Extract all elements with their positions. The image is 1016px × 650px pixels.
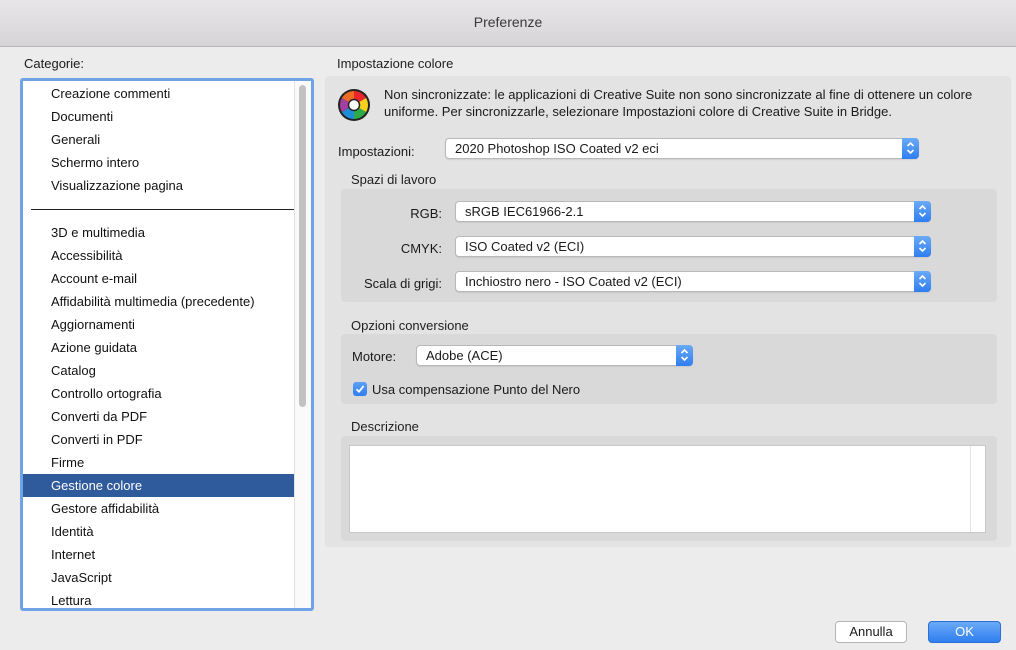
category-item[interactable]: Converti da PDF <box>23 405 296 428</box>
categories-label: Categorie: <box>24 56 84 71</box>
category-item[interactable]: JavaScript <box>23 566 296 589</box>
category-item[interactable]: Affidabilità multimedia (precedente) <box>23 290 296 313</box>
engine-select[interactable]: Adobe (ACE) <box>416 345 693 366</box>
select-arrow-icon <box>676 345 693 366</box>
description-title: Descrizione <box>351 419 419 434</box>
category-item-selected[interactable]: Gestione colore <box>23 474 296 497</box>
select-arrow-icon <box>914 201 931 222</box>
category-item[interactable]: Firme <box>23 451 296 474</box>
categories-list[interactable]: Creazione commenti Documenti Generali Sc… <box>20 78 314 611</box>
select-arrow-icon <box>902 138 919 159</box>
rgb-label: RGB: <box>410 206 442 221</box>
select-arrow-icon <box>914 271 931 292</box>
category-item[interactable]: Azione guidata <box>23 336 296 359</box>
title-bar: Preferenze <box>0 0 1016 47</box>
settings-label: Impostazioni: <box>338 144 415 159</box>
category-item[interactable]: Identità <box>23 520 296 543</box>
category-item[interactable]: Gestore affidabilità <box>23 497 296 520</box>
category-item[interactable]: Converti in PDF <box>23 428 296 451</box>
workspaces-title: Spazi di lavoro <box>351 172 437 187</box>
category-item[interactable]: Schermo intero <box>23 151 296 174</box>
color-wheel-icon <box>338 89 370 121</box>
blackpoint-checkbox[interactable] <box>353 382 367 396</box>
conversion-title: Opzioni conversione <box>351 318 469 333</box>
category-item[interactable]: Account e-mail <box>23 267 296 290</box>
checkmark-icon <box>355 385 365 394</box>
color-settings-title: Impostazione colore <box>337 56 454 71</box>
cmyk-label: CMYK: <box>400 241 442 256</box>
category-item[interactable]: Generali <box>23 128 296 151</box>
categories-scrollbar[interactable] <box>294 81 311 608</box>
engine-label: Motore: <box>352 349 397 364</box>
cancel-button[interactable]: Annulla <box>835 621 907 643</box>
blackpoint-label[interactable]: Usa compensazione Punto del Nero <box>372 382 580 397</box>
sync-status-message: Non sincronizzate: le applicazioni di Cr… <box>384 87 973 119</box>
category-item[interactable]: Documenti <box>23 105 296 128</box>
category-item[interactable]: Aggiornamenti <box>23 313 296 336</box>
grayscale-label: Scala di grigi: <box>363 276 442 291</box>
category-item[interactable]: Internet <box>23 543 296 566</box>
cmyk-select[interactable]: ISO Coated v2 (ECI) <box>455 236 931 257</box>
category-item[interactable]: Creazione commenti <box>23 82 296 105</box>
grayscale-select[interactable]: Inchiostro nero - ISO Coated v2 (ECI) <box>455 271 931 292</box>
category-separator <box>31 209 297 210</box>
category-item[interactable]: Controllo ortografia <box>23 382 296 405</box>
category-item[interactable]: Visualizzazione pagina <box>23 174 296 197</box>
ok-button[interactable]: OK <box>928 621 1001 643</box>
select-arrow-icon <box>914 236 931 257</box>
description-scrollbar[interactable] <box>970 446 985 532</box>
scrollbar-thumb[interactable] <box>299 85 306 407</box>
category-item[interactable]: Catalog <box>23 359 296 382</box>
settings-select[interactable]: 2020 Photoshop ISO Coated v2 eci <box>445 138 919 159</box>
category-item[interactable]: 3D e multimedia <box>23 221 296 244</box>
category-item[interactable]: Accessibilità <box>23 244 296 267</box>
category-item[interactable]: Lettura <box>23 589 296 608</box>
window-title: Preferenze <box>473 14 543 30</box>
description-textbox <box>349 445 986 533</box>
rgb-select[interactable]: sRGB IEC61966-2.1 <box>455 201 931 222</box>
